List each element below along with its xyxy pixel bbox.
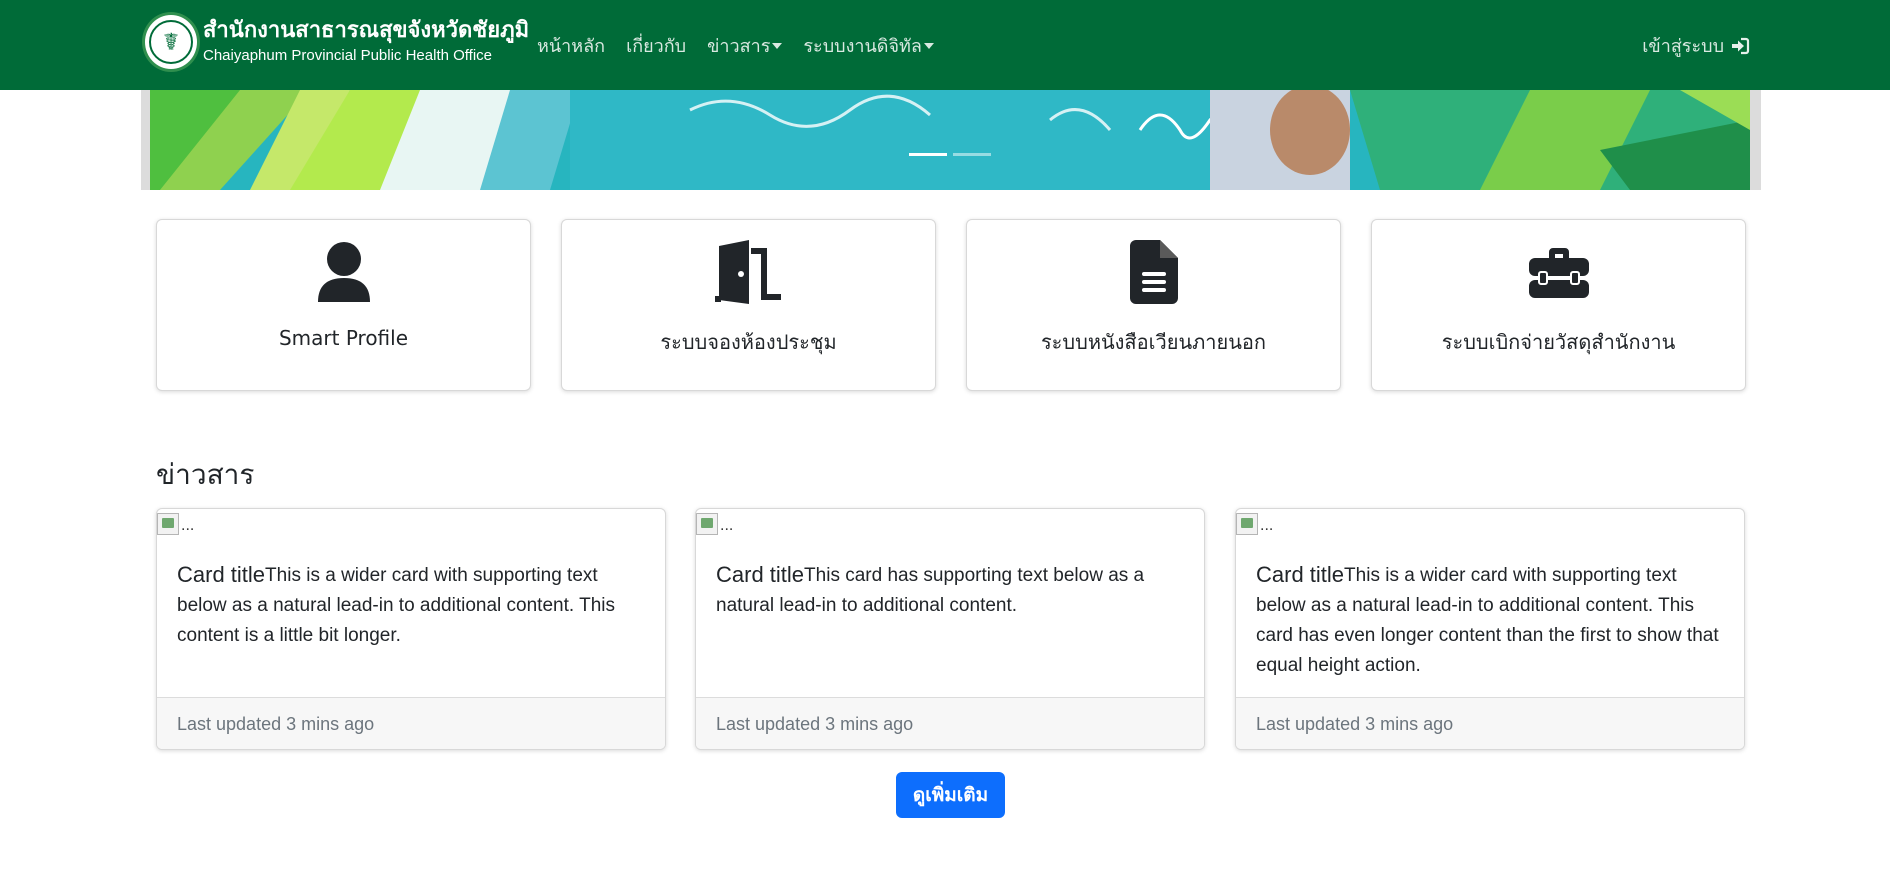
image-alt-text: ... [181,517,195,534]
news-card-image: ... [1236,509,1273,535]
quick-card-office-supplies[interactable]: ระบบเบิกจ่ายวัสดุสำนักงาน [1371,219,1746,391]
image-alt-text: ... [720,517,734,534]
broken-image-icon [157,513,179,535]
sign-in-icon [1732,37,1750,54]
news-card-footer: Last updated 3 mins ago [1236,697,1744,749]
news-card-image: ... [696,509,733,535]
quick-card-label: ระบบจองห้องประชุม [660,330,837,354]
caduceus-icon: ☤ [149,20,193,64]
user-icon [317,242,370,302]
quick-card-external-circulars[interactable]: ระบบหนังสือเวียนภายนอก [966,219,1341,391]
login-link[interactable]: เข้าสู่ระบบ [1642,31,1750,60]
news-card-2[interactable]: ... Card title This card has supporting … [695,508,1205,750]
banner-carousel [141,90,1761,190]
nav-digital-systems-dropdown[interactable]: ระบบงานดิจิทัล [803,31,934,60]
quick-card-smart-profile[interactable]: Smart Profile [156,219,531,391]
news-card-image: ... [157,509,194,535]
file-lines-icon [1129,240,1178,304]
nav-news-label: ข่าวสาร [707,36,771,57]
nav-about[interactable]: เกี่ยวกับ [626,31,686,60]
news-card-title[interactable]: Card title [716,561,804,589]
nav-home[interactable]: หน้าหลัก [537,31,605,60]
nav-home-label: หน้าหลัก [537,36,606,57]
broken-image-icon [696,513,718,535]
quick-card-label: ระบบหนังสือเวียนภายนอก [1040,330,1267,354]
nav-digital-systems-label: ระบบงานดิจิทัล [803,36,922,57]
brand[interactable]: ☤ สำนักงานสาธารณสุขจังหวัดชัยภูมิ Chaiya… [142,12,529,72]
news-card-footer: Last updated 3 mins ago [157,697,665,749]
news-card-1[interactable]: ... Card title This is a wider card with… [156,508,666,750]
news-heading: ข่าวสาร [156,458,255,491]
door-open-icon [714,240,781,304]
brand-title-thai: สำนักงานสาธารณสุขจังหวัดชัยภูมิ [203,18,530,43]
broken-image-icon [1236,513,1258,535]
quick-card-label: ระบบเบิกจ่ายวัสดุสำนักงาน [1441,330,1676,354]
quick-card-label: Smart Profile [278,326,409,350]
image-alt-text: ... [1260,517,1274,534]
news-card-title[interactable]: Card title [1256,561,1344,589]
nav-news-dropdown[interactable]: ข่าวสาร [707,31,783,60]
news-card-footer: Last updated 3 mins ago [696,697,1204,749]
login-label: เข้าสู่ระบบ [1642,36,1724,57]
nav-about-label: เกี่ยวกับ [626,36,687,57]
banner-slide-image [150,90,1750,190]
main-nav: หน้าหลัก เกี่ยวกับ ข่าวสาร ระบบงานดิจิทั… [537,31,955,60]
carousel-indicator-1[interactable] [909,153,947,156]
quick-card-room-booking[interactable]: ระบบจองห้องประชุม [561,219,936,391]
news-card-3[interactable]: ... Card title This is a wider card with… [1235,508,1745,750]
banner-artwork [150,90,1750,190]
carousel-indicators [909,153,991,156]
carousel-indicator-2[interactable] [953,153,991,156]
top-navbar: ☤ สำนักงานสาธารณสุขจังหวัดชัยภูมิ Chaiya… [0,0,1890,90]
caret-down-icon [923,42,934,49]
caret-down-icon [772,42,783,49]
see-more-button[interactable]: ดูเพิ่มเติม [896,772,1005,818]
toolbox-icon [1528,248,1589,298]
news-card-title[interactable]: Card title [177,561,265,589]
ministry-logo: ☤ [142,12,200,72]
brand-title-english: Chaiyaphum Provincial Public Health Offi… [203,47,493,64]
